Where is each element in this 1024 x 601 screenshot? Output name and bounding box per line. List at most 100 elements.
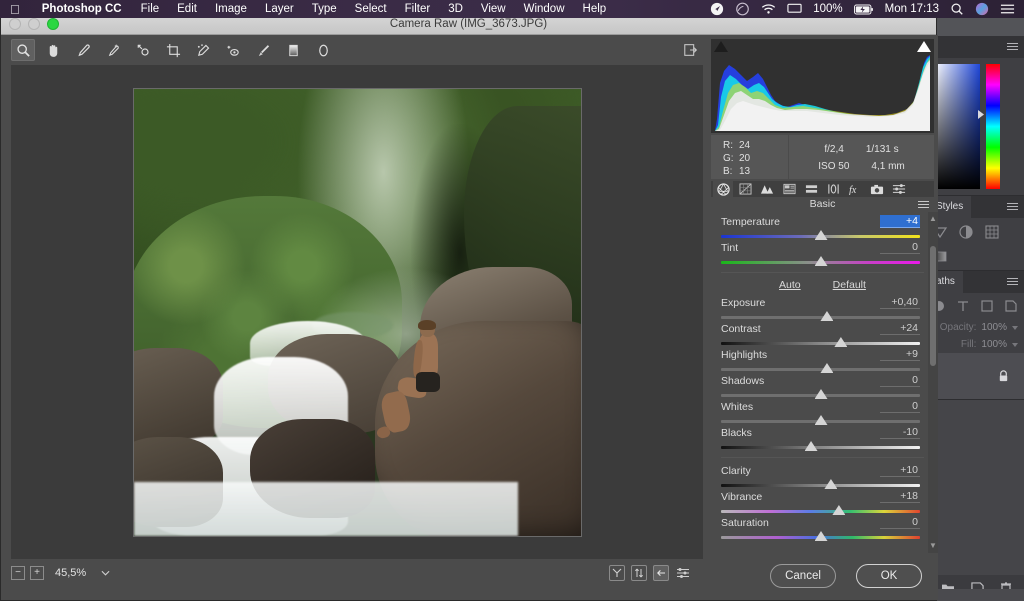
panel-menu-icon[interactable] xyxy=(918,201,929,208)
battery-charging-icon[interactable] xyxy=(853,4,874,15)
radial-filter-tool[interactable] xyxy=(311,39,335,61)
image-preview-canvas[interactable] xyxy=(11,65,703,559)
slider-value[interactable]: +18 xyxy=(880,490,920,503)
toggle-yuv-preview-button[interactable] xyxy=(609,565,625,581)
menu-layer[interactable]: Layer xyxy=(256,3,303,15)
layer-item[interactable] xyxy=(928,353,1024,399)
split-toning-tab[interactable] xyxy=(801,181,821,197)
slider-blacks[interactable]: Blacks -10 xyxy=(711,423,934,451)
slider-value[interactable]: 0 xyxy=(880,400,920,413)
spot-removal-tool[interactable] xyxy=(191,39,215,61)
scroll-down-arrow-icon[interactable]: ▼ xyxy=(929,541,937,551)
crop-tool[interactable] xyxy=(161,39,185,61)
detail-tab[interactable] xyxy=(757,181,777,197)
wifi-icon[interactable] xyxy=(761,3,776,15)
ok-button[interactable]: OK xyxy=(856,564,922,588)
targeted-adjustment-tool[interactable] xyxy=(131,39,155,61)
slider-track[interactable] xyxy=(721,531,920,541)
half-circle-icon[interactable] xyxy=(958,224,974,240)
menu-type[interactable]: Type xyxy=(303,3,346,15)
shadow-clipping-warning[interactable] xyxy=(714,41,728,52)
cancel-button[interactable]: Cancel xyxy=(770,564,836,588)
slider-value[interactable]: -10 xyxy=(880,426,920,439)
red-eye-removal-tool[interactable] xyxy=(221,39,245,61)
styles-panel-tabbar[interactable]: Styles xyxy=(928,196,1024,218)
siri-icon[interactable] xyxy=(975,2,989,16)
search-icon[interactable] xyxy=(950,2,964,16)
fill-value[interactable]: 100% xyxy=(981,339,1007,350)
menu-3d[interactable]: 3D xyxy=(439,3,472,15)
panel-menu-icon[interactable] xyxy=(1007,203,1018,211)
tone-curve-tab[interactable] xyxy=(735,181,755,197)
slider-saturation[interactable]: Saturation 0 xyxy=(711,513,934,541)
slider-value[interactable]: +9 xyxy=(880,348,920,361)
menubar-clock[interactable]: Mon 17:13 xyxy=(885,3,939,15)
zoom-button[interactable] xyxy=(47,18,59,30)
panel-menu-icon[interactable] xyxy=(1007,278,1018,286)
effects-tab[interactable]: fx xyxy=(845,181,865,197)
histogram[interactable] xyxy=(711,39,934,133)
camera-calibration-tab[interactable] xyxy=(867,181,887,197)
preview-preferences-button[interactable] xyxy=(675,565,691,581)
slider-knob[interactable] xyxy=(814,531,828,541)
shape-filter-icon[interactable] xyxy=(979,298,995,314)
hsl-grayscale-tab[interactable] xyxy=(779,181,799,197)
creative-cloud-icon[interactable] xyxy=(735,2,750,16)
slider-knob[interactable] xyxy=(804,441,818,451)
chevron-down-icon[interactable] xyxy=(1012,342,1018,347)
menu-file[interactable]: File xyxy=(132,3,169,15)
toggle-before-after-button[interactable] xyxy=(631,565,647,581)
location-arrow-icon[interactable] xyxy=(710,2,724,16)
hue-strip[interactable] xyxy=(978,64,1000,189)
slider-value[interactable]: +4 xyxy=(880,215,920,228)
fill-row[interactable]: Fill: 100% xyxy=(928,336,1024,353)
color-picker-area[interactable] xyxy=(928,58,1024,195)
slider-exposure[interactable]: Exposure +0,40 xyxy=(711,293,934,321)
panel-menu-icon[interactable] xyxy=(1007,43,1018,51)
slider-clarity[interactable]: Clarity +10 xyxy=(711,458,934,489)
auto-link[interactable]: Auto xyxy=(779,279,801,291)
color-picker-field[interactable] xyxy=(934,64,980,189)
basic-tab[interactable] xyxy=(713,181,733,197)
menu-edit[interactable]: Edit xyxy=(168,3,206,15)
scroll-up-arrow-icon[interactable]: ▲ xyxy=(929,214,937,224)
slider-vibrance[interactable]: Vibrance +18 xyxy=(711,487,934,515)
layers-panel-tabbar[interactable]: aths xyxy=(928,271,1024,293)
close-button[interactable] xyxy=(9,18,21,30)
menu-filter[interactable]: Filter xyxy=(396,3,440,15)
default-link[interactable]: Default xyxy=(833,279,866,291)
slider-value[interactable]: 0 xyxy=(880,241,920,254)
slider-highlights[interactable]: Highlights +9 xyxy=(711,345,934,373)
smart-object-filter-icon[interactable] xyxy=(1003,298,1019,314)
chevron-down-icon[interactable] xyxy=(1012,325,1018,330)
menu-view[interactable]: View xyxy=(472,3,515,15)
highlight-clipping-warning[interactable] xyxy=(917,41,931,52)
menu-help[interactable]: Help xyxy=(574,3,616,15)
slider-knob[interactable] xyxy=(814,256,828,266)
color-sampler-tool[interactable] xyxy=(101,39,125,61)
hand-tool[interactable] xyxy=(41,39,65,61)
chevron-down-icon[interactable] xyxy=(97,566,113,580)
slider-whites[interactable]: Whites 0 xyxy=(711,397,934,425)
slider-shadows[interactable]: Shadows 0 xyxy=(711,371,934,399)
scrollbar-thumb[interactable] xyxy=(930,246,936,366)
open-preferences-dialog-icon[interactable] xyxy=(679,39,703,61)
white-balance-tool[interactable] xyxy=(71,39,95,61)
notification-center-icon[interactable] xyxy=(1000,3,1015,15)
slider-value[interactable]: +10 xyxy=(880,464,920,477)
airplay-icon[interactable] xyxy=(787,3,802,15)
hue-marker[interactable] xyxy=(978,110,984,119)
photo-image[interactable] xyxy=(133,88,581,536)
adjustment-brush-tool[interactable] xyxy=(251,39,275,61)
slider-value[interactable]: +0,40 xyxy=(880,296,920,309)
slider-track[interactable] xyxy=(721,256,920,266)
opacity-value[interactable]: 100% xyxy=(981,322,1007,333)
presets-tab[interactable] xyxy=(889,181,909,197)
opacity-row[interactable]: Opacity: 100% xyxy=(928,319,1024,336)
minimize-button[interactable] xyxy=(28,18,40,30)
menubar-app-name[interactable]: Photoshop CC xyxy=(32,3,132,15)
grid-icon[interactable] xyxy=(984,224,1000,240)
slider-value[interactable]: +24 xyxy=(880,322,920,335)
slider-tint[interactable]: Tint 0 xyxy=(711,238,934,266)
lens-corrections-tab[interactable] xyxy=(823,181,843,197)
